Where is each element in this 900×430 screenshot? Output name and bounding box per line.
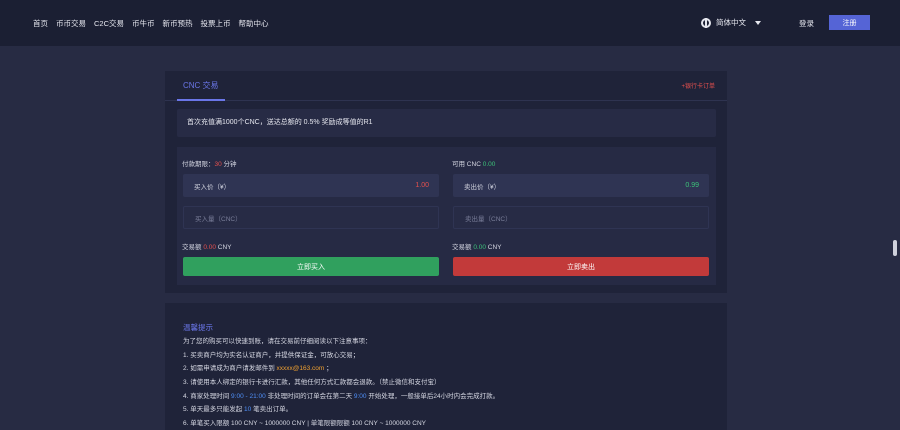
tip-5-count: 10 (244, 406, 252, 414)
available-balance: 可用 CNC 0.00 (452, 158, 495, 168)
globe-icon (701, 17, 711, 28)
merchant-email-link[interactable]: xxxxx@163.com (277, 365, 325, 372)
tips-panel: 温馨提示 为了您的购买可以快速到账，请在交易前仔细阅读以下注意事项： 1. 买卖… (165, 303, 727, 430)
top-navbar: 首页 币币交易 C2C交易 币牛币 新币预热 投票上币 帮助中心 简体中文 登录… (0, 0, 900, 46)
payment-limit-value: 30 (214, 161, 222, 168)
sell-amount: 交易额 0.00 CNY (452, 241, 502, 251)
nav-vote-listing[interactable]: 投票上币 (201, 18, 231, 29)
nav-c2c-trading[interactable]: C2C交易 (94, 18, 124, 29)
buy-quantity-placeholder: 买入量（CNC） (195, 215, 242, 223)
sell-column: 可用 CNC 0.00 卖出价（¥） 0.99 卖出量（CNC） 交易额 0.0… (452, 147, 709, 285)
trade-panel: CNC 交易 +银行卡订单 首次充值满1000个CNC，送达总额的 0.5% 奖… (165, 71, 727, 293)
tip-3: 3. 请使用本人绑定的银行卡进行汇款，其他任何方式汇款都会退款。（禁止微信和支付… (183, 379, 441, 387)
tips-title: 温馨提示 (183, 323, 213, 332)
page-scrollbar[interactable] (893, 240, 897, 256)
main-nav: 首页 币币交易 C2C交易 币牛币 新币预热 投票上币 帮助中心 (33, 18, 269, 29)
sell-quantity-input[interactable]: 卖出量（CNC） (453, 206, 709, 229)
nav-spot-trading[interactable]: 币币交易 (56, 18, 86, 29)
caret-down-icon (755, 20, 761, 25)
nav-bull-coin[interactable]: 币牛币 (132, 18, 155, 29)
nav-help-center[interactable]: 帮助中心 (239, 18, 269, 29)
sell-price-label: 卖出价（¥） (464, 183, 501, 191)
sell-quantity-placeholder: 卖出量（CNC） (465, 215, 512, 223)
sell-now-button[interactable]: 立即卖出 (453, 257, 709, 276)
language-label: 简体中文 (716, 18, 746, 27)
payment-limit: 付款期限：30 分钟 (182, 158, 237, 168)
tip-5-text-b: 笔卖出订单。 (253, 406, 293, 414)
trade-form: 付款期限：30 分钟 买入价（¥） 1.00 买入量（CNC） 交易额 0.00… (177, 147, 716, 285)
tip-4-text-a: 4. 商家处理时间 (183, 392, 230, 400)
payment-limit-unit: 分钟 (223, 161, 237, 168)
sell-amount-unit: CNY (487, 244, 502, 251)
buy-quantity-input[interactable]: 买入量（CNC） (183, 206, 439, 229)
sell-price-field: 卖出价（¥） 0.99 (453, 174, 709, 197)
buy-now-button[interactable]: 立即买入 (183, 257, 439, 276)
payment-limit-label: 付款期限： (182, 161, 215, 168)
tips-list: 为了您的购买可以快速到账，请在交易前仔细阅读以下注意事项： 1. 买卖商户均为实… (183, 335, 713, 430)
available-label: 可用 CNC (452, 161, 481, 168)
tip-4-text-b: 非处理时间的订单会在第二天 (267, 392, 353, 400)
tab-cnc-trading[interactable]: CNC 交易 (177, 71, 225, 101)
buy-amount-label: 交易额 (182, 244, 202, 251)
language-selector[interactable]: 简体中文 (701, 17, 761, 28)
nav-new-coin-preview[interactable]: 新币预热 (163, 18, 193, 29)
tip-2-text: 2. 如需申请成为商户请发邮件到 (183, 365, 275, 373)
promo-notice: 首次充值满1000个CNC，送达总额的 0.5% 奖励成等值的R1 (177, 109, 716, 137)
buy-price-value: 1.00 (415, 182, 429, 189)
tip-4-hours: 9:00 - 21:00 (231, 392, 266, 400)
register-button[interactable]: 注册 (829, 15, 870, 30)
sell-amount-value: 0.00 (473, 244, 486, 251)
tip-4: 4. 商家处理时间 9:00 - 21:00 非处理时间的订单会在第二天 9:0… (183, 390, 713, 404)
sell-amount-label: 交易额 (452, 244, 472, 251)
tips-intro: 为了您的购买可以快速到账，请在交易前仔细阅读以下注意事项： (183, 338, 372, 345)
tip-6: 6. 单笔买入限额 100 CNY ~ 1000000 CNY | 单笔限额限额… (183, 420, 427, 428)
available-value: 0.00 (482, 161, 496, 168)
nav-home[interactable]: 首页 (33, 18, 48, 29)
buy-column: 付款期限：30 分钟 买入价（¥） 1.00 买入量（CNC） 交易额 0.00… (182, 147, 439, 285)
login-link[interactable]: 登录 (799, 18, 814, 29)
buy-price-label: 买入价（¥） (194, 183, 231, 191)
tip-4-text-c: 开始处理，一般接单后24小时内会完成打款。 (368, 392, 500, 400)
tip-5-text-a: 5. 单天最多只能发起 (183, 406, 243, 414)
buy-price-field: 买入价（¥） 1.00 (183, 174, 439, 197)
tip-2: 2. 如需申请成为商户请发邮件到 xxxxx@163.com ； (183, 362, 713, 376)
sell-price-value: 0.99 (685, 182, 699, 189)
tip-5: 5. 单天最多只能发起 10 笔卖出订单。 (183, 403, 713, 417)
tip-4-start-time: 9:00 (353, 392, 367, 400)
buy-amount-unit: CNY (217, 244, 232, 251)
tab-row: CNC 交易 +银行卡订单 (165, 71, 727, 101)
tip-1: 1. 买卖商户均为实名认证商户，并提供保证金，可放心交易； (183, 351, 360, 359)
bank-card-orders-link[interactable]: +银行卡订单 (681, 81, 715, 90)
buy-amount-value: 0.00 (203, 244, 216, 251)
buy-amount: 交易额 0.00 CNY (182, 241, 232, 251)
tip-2-end: ； (326, 365, 333, 373)
